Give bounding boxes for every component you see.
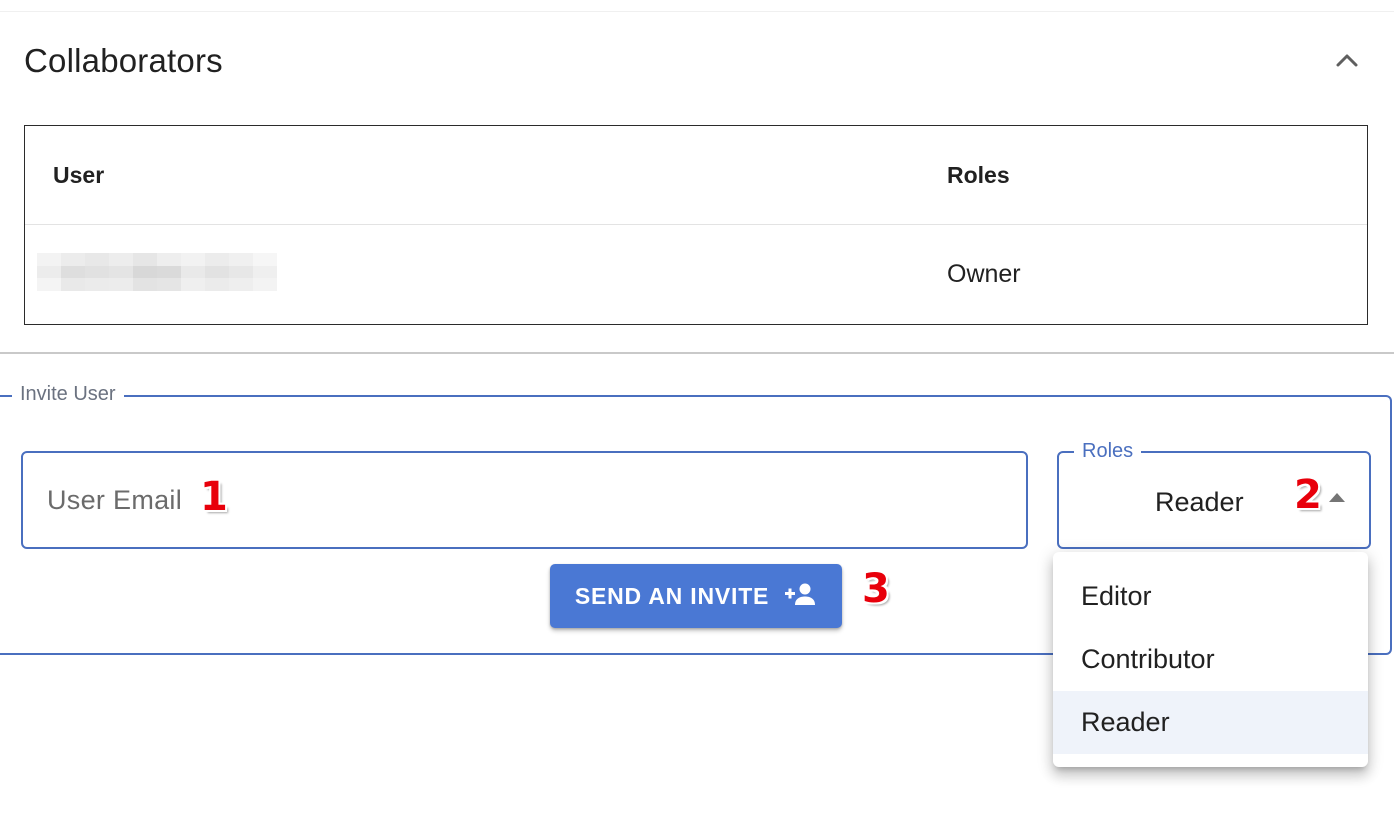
annotation-marker-2: 2 <box>1294 472 1322 518</box>
top-divider <box>0 11 1394 12</box>
roles-select-value: Reader <box>1155 487 1244 517</box>
row-divider <box>25 224 1367 225</box>
section-divider <box>0 352 1394 354</box>
menu-item-reader[interactable]: Reader <box>1053 691 1368 754</box>
collapse-button[interactable] <box>1326 44 1368 80</box>
chevron-up-icon <box>1335 52 1359 73</box>
caret-up-icon <box>1329 493 1345 502</box>
roles-dropdown-menu: Editor Contributor Reader <box>1053 552 1368 767</box>
menu-item-editor[interactable]: Editor <box>1053 565 1368 628</box>
roles-select[interactable]: Reader <box>1057 451 1371 549</box>
invite-user-legend: Invite User <box>12 383 124 406</box>
table-cell-role: Owner <box>947 260 1021 288</box>
collaborators-table: User Roles Owner <box>24 125 1368 325</box>
section-title: Collaborators <box>24 42 223 79</box>
redacted-user-email <box>37 253 277 291</box>
annotation-marker-1: 1 <box>200 474 228 520</box>
roles-label: Roles <box>1074 440 1142 463</box>
column-header-roles: Roles <box>947 162 1010 188</box>
menu-item-contributor[interactable]: Contributor <box>1053 628 1368 691</box>
send-invite-label: SEND AN INVITE <box>574 582 770 609</box>
send-invite-button[interactable]: SEND AN INVITE <box>550 564 842 628</box>
column-header-user: User <box>53 162 105 188</box>
annotation-marker-3: 3 <box>862 566 890 612</box>
user-email-placeholder: User Email <box>47 485 183 515</box>
user-email-input[interactable]: User Email <box>21 451 1028 549</box>
person-add-icon <box>783 581 817 612</box>
